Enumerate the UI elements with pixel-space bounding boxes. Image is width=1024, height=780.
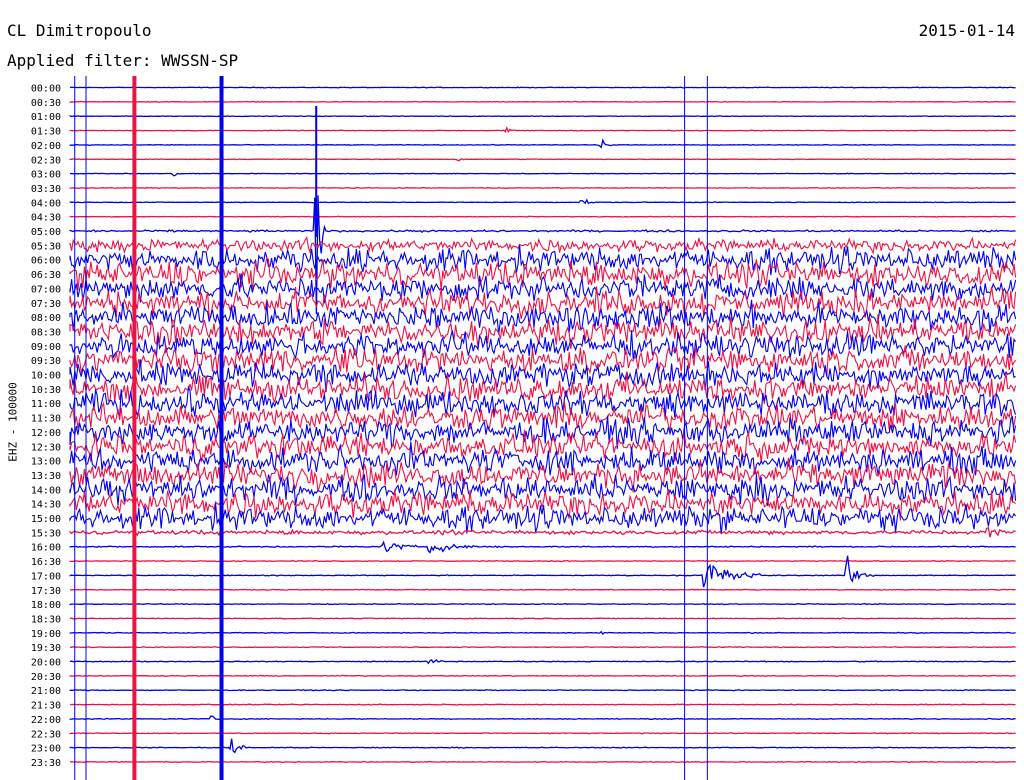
- time-label: 22:30: [31, 729, 61, 740]
- time-label: 02:30: [31, 155, 61, 166]
- trace-row: [69, 617, 1016, 620]
- time-label: 06:00: [31, 256, 61, 267]
- time-label: 19:30: [31, 643, 61, 654]
- trace-row: [69, 588, 1016, 591]
- time-label: 01:30: [31, 127, 61, 138]
- trace-row: [69, 602, 1016, 606]
- time-label: 22:00: [31, 715, 61, 726]
- time-label: 06:30: [31, 270, 61, 281]
- time-label: 20:30: [31, 672, 61, 683]
- trace-row: [70, 703, 1016, 706]
- time-label: 09:00: [31, 342, 61, 353]
- trace-row: [69, 760, 1016, 764]
- time-label: 02:00: [31, 141, 61, 152]
- time-label: 16:00: [31, 543, 61, 554]
- time-label: 23:00: [31, 744, 61, 755]
- time-label: 03:00: [31, 170, 61, 181]
- trace-row: [69, 732, 1016, 735]
- trace-row: [69, 688, 1016, 692]
- trace-row: [69, 236, 1017, 255]
- trace-row: [69, 738, 1016, 754]
- trace-row: [69, 100, 1016, 103]
- time-label: 20:00: [31, 658, 61, 669]
- time-label: 05:00: [31, 227, 61, 238]
- time-label: 04:00: [31, 198, 61, 209]
- trace-row: [69, 715, 1016, 721]
- time-label: 19:00: [31, 629, 61, 640]
- time-label: 14:00: [31, 485, 61, 496]
- trace-row: [69, 158, 1016, 162]
- trace-row: [69, 198, 1016, 205]
- time-label: 15:30: [31, 528, 61, 539]
- time-label: 21:30: [31, 701, 61, 712]
- time-label: 01:00: [31, 112, 61, 123]
- trace-row: [69, 540, 1016, 554]
- time-label: 17:30: [31, 586, 61, 597]
- time-label: 11:30: [31, 414, 61, 425]
- trace-row: [69, 126, 1016, 134]
- time-label: 12:00: [31, 428, 61, 439]
- time-label: 08:30: [31, 327, 61, 338]
- trace-row: [69, 186, 1016, 190]
- trace-row: [69, 257, 1017, 293]
- time-label: 04:30: [31, 213, 61, 224]
- trace-row: [69, 86, 1016, 89]
- time-label: 18:00: [31, 600, 61, 611]
- trace-row: [69, 630, 1016, 636]
- trace-row: [69, 215, 1016, 218]
- time-label: 16:30: [31, 557, 61, 568]
- time-label: 10:30: [31, 385, 61, 396]
- time-label: 09:30: [31, 356, 61, 367]
- time-label: 10:00: [31, 371, 61, 382]
- trace-row: [69, 559, 1016, 563]
- trace-row: [69, 172, 1016, 177]
- time-label: 07:00: [31, 284, 61, 295]
- time-label: 17:00: [31, 571, 61, 582]
- time-label: 12:30: [31, 442, 61, 453]
- time-label: 11:00: [31, 399, 61, 410]
- helicorder-plot: 00:00 00:30 01:00 01:30 02:00 02:30 03:00 03:30…: [31, 76, 1017, 780]
- trace-row: [69, 645, 1016, 649]
- time-label: 08:00: [31, 313, 61, 324]
- time-label: 14:30: [31, 500, 61, 511]
- time-label: 18:30: [31, 614, 61, 625]
- time-label: 23:30: [31, 758, 61, 769]
- trace-row: [69, 115, 1016, 118]
- trace-row: [69, 658, 1016, 665]
- time-label: 13:00: [31, 457, 61, 468]
- trace-row: [69, 138, 1016, 149]
- trace-row: [69, 503, 1017, 535]
- trace-row: [69, 674, 1016, 677]
- time-label: 00:00: [31, 84, 61, 95]
- time-label: 21:00: [31, 686, 61, 697]
- time-label: 03:30: [31, 184, 61, 195]
- time-label: 07:30: [31, 299, 61, 310]
- time-label: 13:30: [31, 471, 61, 482]
- time-label: 00:30: [31, 98, 61, 109]
- time-label: 05:30: [31, 241, 61, 252]
- time-label: 15:00: [31, 514, 61, 525]
